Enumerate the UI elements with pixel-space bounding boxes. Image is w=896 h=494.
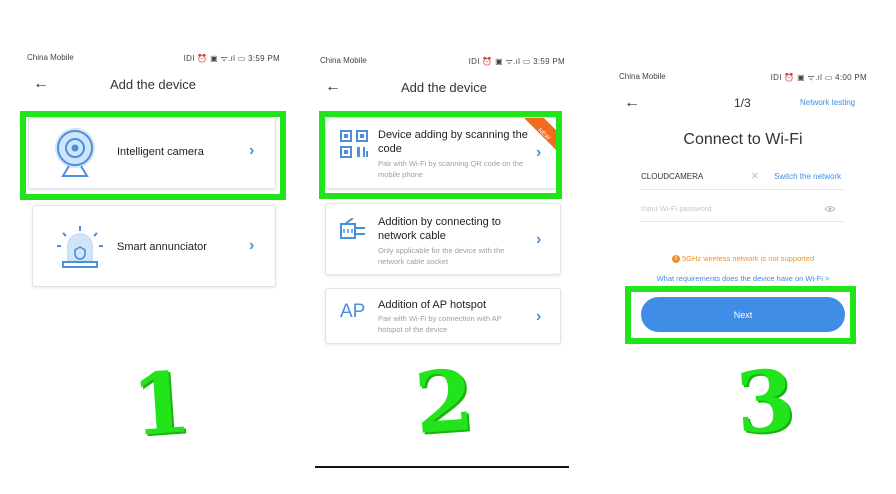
panel-intelligent-camera-selection: China Mobile IDI ⏰ ▣ ᯤ.ıl ▭ 3:59 PM ← Ad… xyxy=(0,0,300,494)
ssid-underline xyxy=(640,189,844,190)
highlight-box xyxy=(20,111,286,200)
carrier-label: China Mobile xyxy=(320,56,367,65)
back-arrow-icon[interactable]: ← xyxy=(624,95,640,111)
step-number: 2 xyxy=(411,350,477,453)
panel-connect-wifi: China Mobile IDI ⏰ ▣ ᯤ.ıl ▭ 4:00 PM ← 1/… xyxy=(600,0,896,494)
eye-icon[interactable] xyxy=(824,205,836,213)
wifi-requirements-link[interactable]: What requirements does the device have o… xyxy=(600,274,886,283)
system-status-icons: IDI ⏰ ▣ ᯤ.ıl ▭ 3:59 PM xyxy=(468,57,565,66)
warning-text: 5GHz wireless network is not supported xyxy=(681,254,815,263)
password-input[interactable]: Input Wi-Fi password xyxy=(641,204,711,213)
chevron-right-icon: › xyxy=(536,231,542,248)
network-testing-link[interactable]: Network testing xyxy=(800,98,855,107)
chevron-right-icon: › xyxy=(536,308,542,325)
ssid-value[interactable]: CLOUDCAMERA xyxy=(641,172,703,181)
page-title: Add the device xyxy=(401,80,488,95)
panel-add-method-selection: China Mobile IDI ⏰ ▣ ᯤ.ıl ▭ 3:59 PM ← Ad… xyxy=(300,0,600,494)
system-status-icons: IDI ⏰ ▣ ᯤ.ıl ▭ 4:00 PM xyxy=(770,73,867,82)
highlight-box xyxy=(625,286,856,344)
alarm-siren-icon xyxy=(57,226,103,268)
step-indicator: 1/3 xyxy=(734,96,751,110)
step-number: 1 xyxy=(128,352,194,455)
system-status-icons: IDI ⏰ ▣ ᯤ.ıl ▭ 3:59 PM xyxy=(183,54,280,63)
highlight-box xyxy=(319,111,562,199)
card-label: Addition by connecting to network cable xyxy=(378,216,501,242)
card-description: Only applicable for the device with the … xyxy=(378,246,505,266)
status-bar: China Mobile IDI ⏰ ▣ ᯤ.ıl ▭ 3:59 PM xyxy=(320,56,565,68)
clear-icon[interactable]: × xyxy=(751,168,759,183)
page-heading: Connect to Wi-Fi xyxy=(683,131,803,148)
network-cable-icon xyxy=(340,218,365,239)
bottom-divider xyxy=(315,466,569,468)
warning-message: ! 5GHz wireless network is not supported xyxy=(600,254,886,264)
method-card-network-cable[interactable]: Addition by connecting to network cable … xyxy=(325,203,561,275)
password-underline xyxy=(640,221,844,222)
ap-icon: AP xyxy=(340,301,366,322)
chevron-right-icon: › xyxy=(249,237,255,254)
carrier-label: China Mobile xyxy=(27,53,74,62)
step-number: 3 xyxy=(732,350,798,453)
card-label: Smart annunciator xyxy=(117,241,207,253)
device-card-smart-annunciator[interactable]: Smart annunciator › xyxy=(32,205,276,287)
card-description: Pair with Wi-Fi by connection with AP ho… xyxy=(378,314,502,334)
status-bar: China Mobile IDI ⏰ ▣ ᯤ.ıl ▭ 3:59 PM xyxy=(27,53,280,65)
carrier-label: China Mobile xyxy=(619,72,666,81)
status-bar: China Mobile IDI ⏰ ▣ ᯤ.ıl ▭ 4:00 PM xyxy=(619,72,867,84)
back-arrow-icon[interactable]: ← xyxy=(325,79,341,95)
method-card-ap-hotspot[interactable]: AP Addition of AP hotspot Pair with Wi-F… xyxy=(325,288,561,344)
page-title: Add the device xyxy=(110,77,197,92)
back-arrow-icon[interactable]: ← xyxy=(33,76,49,92)
warning-icon: ! xyxy=(671,255,680,264)
switch-network-link[interactable]: Switch the network xyxy=(774,172,841,181)
card-label: Addition of AP hotspot xyxy=(378,299,487,311)
